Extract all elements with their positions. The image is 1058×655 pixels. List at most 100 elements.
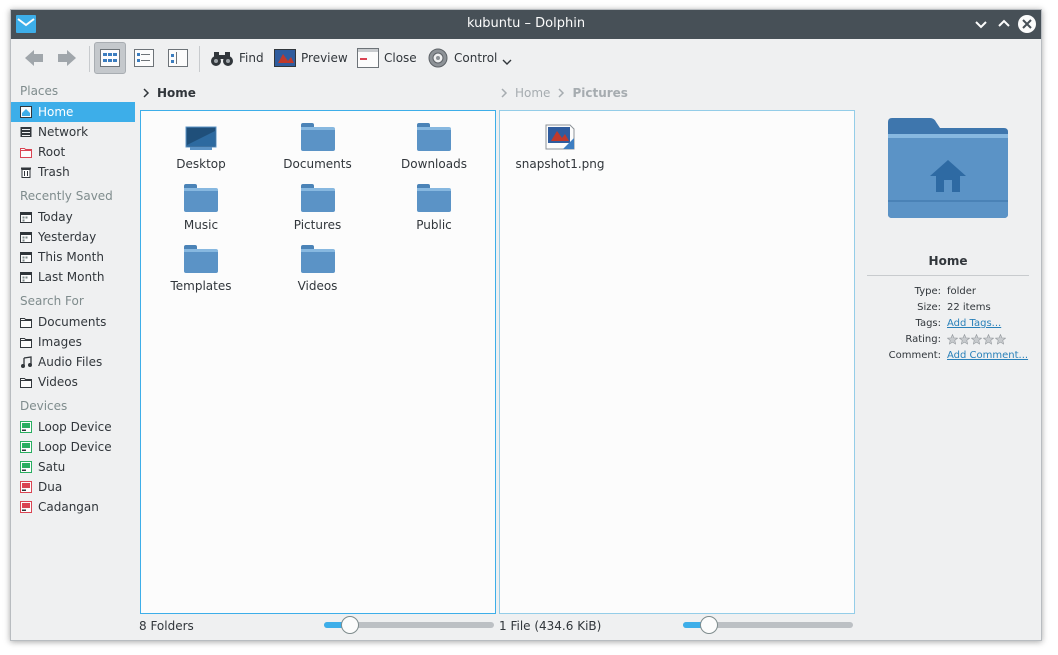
places-item-label: This Month xyxy=(38,250,104,264)
meta-size: Size: 22 items xyxy=(867,300,1029,316)
places-item-label: Last Month xyxy=(38,270,105,284)
title-bar: kubuntu – Dolphin xyxy=(11,10,1041,39)
folder-item-templates[interactable]: Templates xyxy=(143,245,259,293)
folder-item-documents[interactable]: Documents xyxy=(260,123,376,171)
calendar-icon xyxy=(20,252,32,263)
meta-type-label: Type: xyxy=(914,286,941,297)
places-item-this-month[interactable]: This Month xyxy=(11,247,135,267)
places-item-dua[interactable]: Dua xyxy=(11,477,135,497)
arrow-right-icon xyxy=(58,50,76,66)
breadcrumb-home[interactable]: Home xyxy=(157,83,196,103)
music-note-icon xyxy=(21,356,32,368)
places-item-satu[interactable]: Satu xyxy=(11,457,135,477)
folder-icon xyxy=(20,338,32,348)
places-item-network[interactable]: Network xyxy=(11,122,135,142)
places-item-label: Network xyxy=(38,125,89,139)
places-group-title: Recently Saved xyxy=(20,189,113,203)
close-split-button[interactable]: Close xyxy=(357,42,417,74)
places-item-today[interactable]: Today xyxy=(11,207,135,227)
places-panel: Places Home Network Root Trash Recently Saved… xyxy=(11,80,135,517)
breadcrumb-home[interactable]: Home xyxy=(515,83,550,103)
places-item-loop-device[interactable]: Loop Device xyxy=(11,417,135,437)
chevron-down-icon xyxy=(502,59,512,65)
details-view-icon xyxy=(168,49,188,67)
add-tags-link[interactable]: Add Tags... xyxy=(947,316,1001,332)
folder-item-downloads[interactable]: Downloads xyxy=(376,123,492,171)
add-comment-link[interactable]: Add Comment... xyxy=(947,348,1028,364)
info-divider xyxy=(867,275,1029,276)
places-item-last-month[interactable]: Last Month xyxy=(11,267,135,287)
places-item-yesterday[interactable]: Yesterday xyxy=(11,227,135,247)
star-icon[interactable] xyxy=(983,334,994,345)
star-icon[interactable] xyxy=(959,334,970,345)
close-split-icon xyxy=(357,48,379,68)
compact-view-button[interactable] xyxy=(128,42,160,74)
details-view-button[interactable] xyxy=(162,42,194,74)
folder-item-public[interactable]: Public xyxy=(376,184,492,232)
places-item-documents[interactable]: Documents xyxy=(11,312,135,332)
places-item-trash[interactable]: Trash xyxy=(11,162,135,182)
folder-item-pictures[interactable]: Pictures xyxy=(260,184,376,232)
left-view-pane[interactable]: Desktop Documents Downloads Music Pictures Pu… xyxy=(140,110,496,614)
folder-item-label: Downloads xyxy=(401,157,467,171)
close-window-icon[interactable] xyxy=(1018,15,1036,33)
left-breadcrumb[interactable]: Home xyxy=(142,83,196,103)
icons-view-icon xyxy=(100,49,120,67)
folder-item-label: Music xyxy=(183,218,219,232)
star-icon[interactable] xyxy=(971,334,982,345)
folder-icon xyxy=(20,318,32,328)
right-zoom-slider[interactable] xyxy=(683,616,853,634)
places-item-label: Loop Device xyxy=(38,440,112,454)
right-view-pane[interactable]: snapshot1.png xyxy=(499,110,855,614)
find-button[interactable]: Find xyxy=(210,42,264,74)
dolphin-window: kubuntu – Dolphin Find Preview Close Con… xyxy=(10,9,1042,641)
places-item-label: Yesterday xyxy=(38,230,97,244)
compact-view-icon xyxy=(134,49,154,67)
meta-type-value: folder xyxy=(947,286,977,297)
folder-item-label: Public xyxy=(416,218,452,232)
star-icon[interactable] xyxy=(995,334,1006,345)
preview-button[interactable]: Preview xyxy=(274,42,348,74)
places-item-audio-files[interactable]: Audio Files xyxy=(11,352,135,372)
places-item-label: Home xyxy=(38,105,74,119)
icons-view-button[interactable] xyxy=(94,42,126,74)
zoom-handle[interactable] xyxy=(699,616,718,634)
minimize-icon[interactable] xyxy=(972,15,990,33)
places-item-cadangan[interactable]: Cadangan xyxy=(11,497,135,517)
meta-size-label: Size: xyxy=(917,302,941,313)
drive-red-icon xyxy=(20,481,32,493)
templates-folder-icon xyxy=(184,245,218,273)
folder-item-label: Videos xyxy=(297,279,338,293)
folder-item-label: Desktop xyxy=(176,157,226,171)
places-item-images[interactable]: Images xyxy=(11,332,135,352)
file-item[interactable]: snapshot1.png xyxy=(502,123,618,171)
downloads-folder-icon xyxy=(417,123,451,151)
places-item-label: Root xyxy=(38,145,66,159)
forward-button[interactable] xyxy=(56,42,78,74)
left-status-text: 8 Folders xyxy=(139,619,194,633)
places-item-label: Loop Device xyxy=(38,420,112,434)
places-item-home[interactable]: Home xyxy=(11,102,135,122)
zoom-handle[interactable] xyxy=(340,616,359,634)
places-item-root[interactable]: Root xyxy=(11,142,135,162)
right-breadcrumb[interactable]: Home Pictures xyxy=(500,83,628,103)
left-zoom-slider[interactable] xyxy=(324,616,494,634)
folder-item-desktop[interactable]: Desktop xyxy=(143,123,259,171)
places-item-loop-device[interactable]: Loop Device xyxy=(11,437,135,457)
folder-item-videos[interactable]: Videos xyxy=(260,245,376,293)
places-item-label: Images xyxy=(38,335,82,349)
public-folder-icon xyxy=(417,184,451,212)
maximize-icon[interactable] xyxy=(995,15,1013,33)
star-icon[interactable] xyxy=(947,334,958,345)
folder-item-music[interactable]: Music xyxy=(143,184,259,232)
places-item-videos[interactable]: Videos xyxy=(11,372,135,392)
drive-icon xyxy=(20,461,32,473)
control-button[interactable]: Control xyxy=(427,42,512,74)
back-button[interactable] xyxy=(23,42,45,74)
breadcrumb-pictures[interactable]: Pictures xyxy=(572,83,628,103)
image-file-icon xyxy=(543,123,577,151)
window-title: kubuntu – Dolphin xyxy=(466,16,586,31)
chevron-right-icon xyxy=(143,88,150,98)
rating-stars[interactable] xyxy=(947,332,1006,348)
places-group-title: Devices xyxy=(20,399,68,413)
